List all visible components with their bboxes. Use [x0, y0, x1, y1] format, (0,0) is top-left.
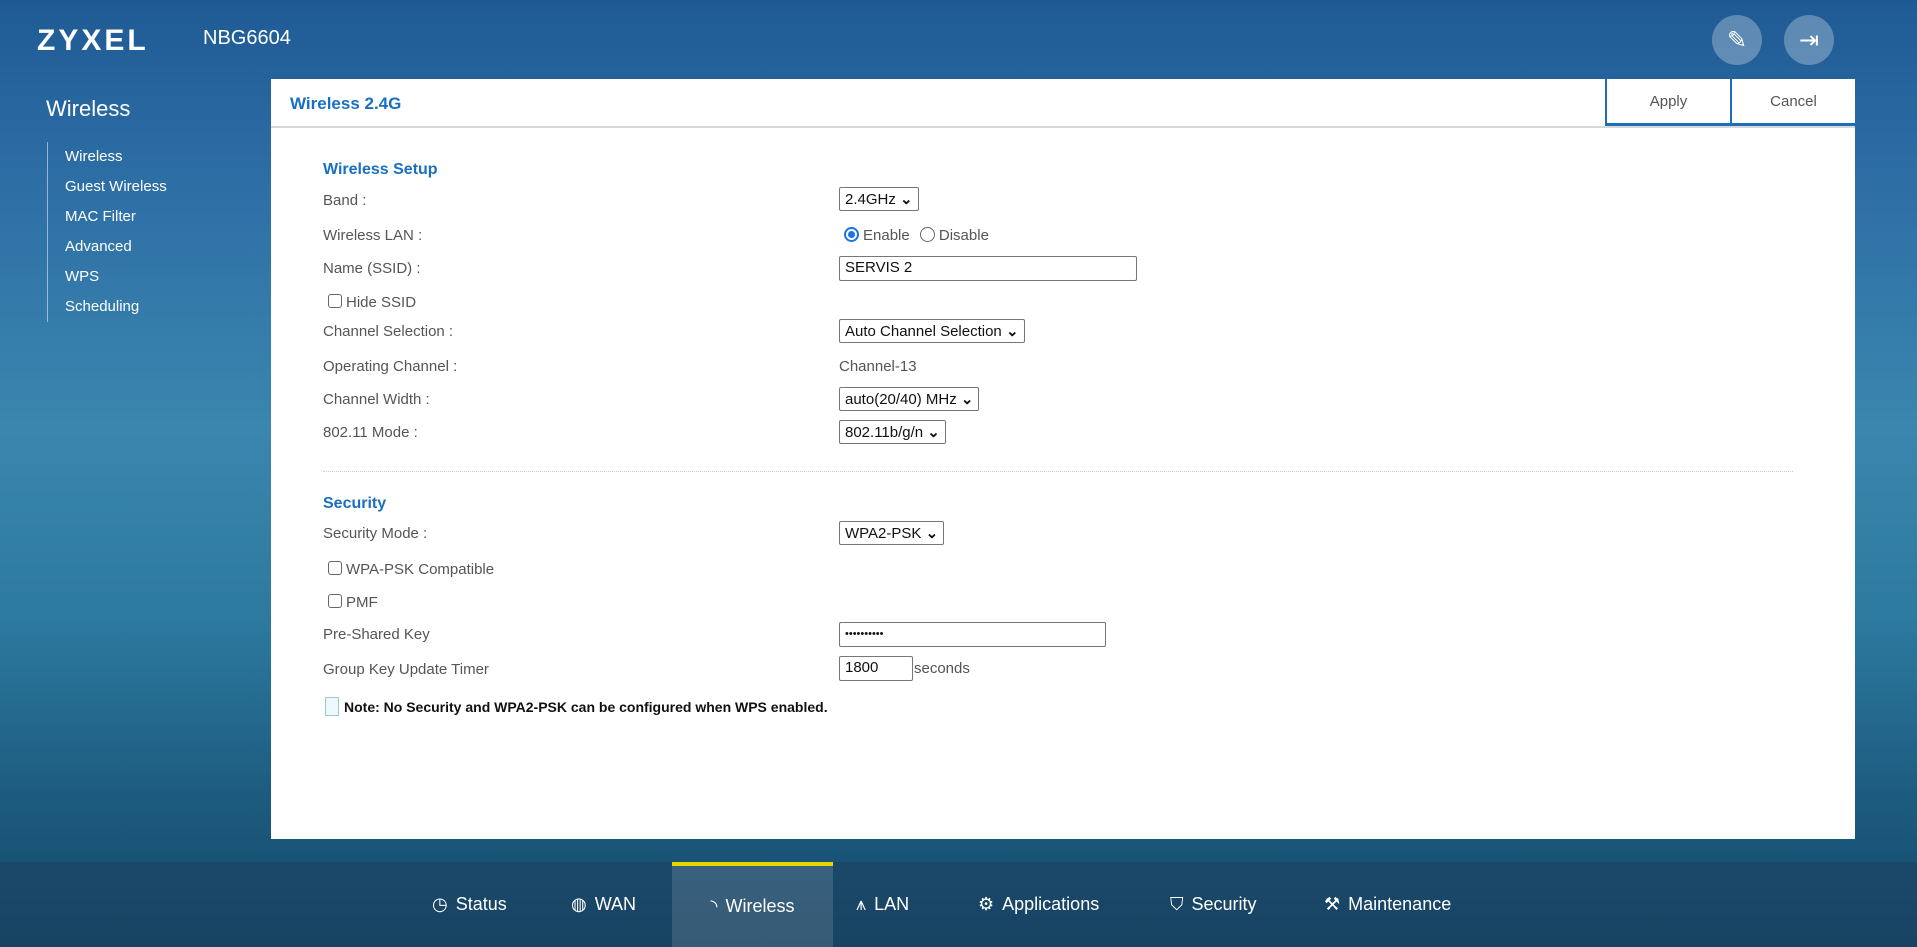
wpa-psk-compatible-label: WPA-PSK Compatible — [346, 561, 495, 578]
nav-wireless-label: Wireless — [725, 896, 795, 916]
bottom-nav: ◷ Status ◍ WAN ◝ Wireless ⩚ LAN ⚙ Application… — [0, 862, 1917, 947]
security-mode-select[interactable]: WPA2-PSK — [839, 521, 945, 545]
channel-selection-label: Channel Selection : — [323, 323, 454, 340]
top-bar: ZYXEL NBG6604 ✎ ⇥ — [0, 0, 1917, 79]
page-title: Wireless 2.4G — [290, 94, 402, 113]
nav-lan-label: LAN — [874, 894, 910, 914]
sidebar-item-advanced[interactable]: Advanced — [65, 232, 167, 262]
shield-icon: ⛉ — [1170, 894, 1184, 914]
nav-security-label: Security — [1191, 894, 1257, 914]
sidebar-menu: Wireless Guest Wireless MAC Filter Advan… — [47, 142, 167, 322]
nav-wan-label: WAN — [594, 894, 637, 914]
operating-channel-value: Channel-13 — [839, 358, 917, 375]
ssid-label: Name (SSID) : — [323, 260, 421, 277]
logout-icon[interactable]: ⇥ — [1784, 15, 1834, 65]
sidebar-item-wps[interactable]: WPS — [65, 262, 167, 292]
nav-wireless[interactable]: ◝ Wireless — [672, 862, 833, 947]
nav-applications-label: Applications — [1002, 894, 1100, 914]
nav-maintenance-label: Maintenance — [1348, 894, 1452, 914]
apply-button[interactable]: Apply — [1605, 79, 1730, 126]
sidebar-item-guest-wireless[interactable]: Guest Wireless — [65, 172, 167, 202]
settings-panel: Wireless 2.4G Apply Cancel Wireless Setu… — [271, 79, 1855, 839]
nav-status[interactable]: ◷ Status — [432, 862, 507, 947]
section-title-security: Security — [323, 495, 387, 512]
hide-ssid-label: Hide SSID — [346, 294, 417, 311]
operating-channel-label: Operating Channel : — [323, 358, 458, 375]
wireless-lan-label: Wireless LAN : — [323, 227, 423, 244]
mode-label: 802.11 Mode : — [323, 424, 418, 441]
globe-icon: ◍ — [571, 894, 587, 914]
sidebar-title: Wireless — [46, 96, 131, 121]
sidebar-item-mac-filter[interactable]: MAC Filter — [65, 202, 167, 232]
psk-label: Pre-Shared Key — [323, 626, 430, 643]
network-icon: ⩚ — [856, 894, 867, 914]
disable-radio[interactable] — [919, 227, 935, 242]
ssid-input[interactable]: SERVIS 2 — [839, 256, 1137, 281]
security-mode-label: Security Mode : — [323, 525, 428, 542]
sidebar-item-wireless[interactable]: Wireless — [65, 142, 167, 172]
model-name: NBG6604 — [203, 27, 291, 49]
zyxel-logo: ZYXEL — [37, 24, 149, 57]
nav-security[interactable]: ⛉ Security — [1170, 862, 1257, 947]
wpa-psk-compatible-checkbox[interactable] — [328, 561, 342, 575]
panel-header: Wireless 2.4G Apply Cancel — [271, 79, 1855, 128]
cancel-button[interactable]: Cancel — [1730, 79, 1855, 126]
psk-input[interactable]: •••••••••• — [839, 622, 1106, 647]
group-key-timer-input[interactable]: 1800 — [839, 656, 913, 681]
nav-applications[interactable]: ⚙ Applications — [978, 862, 1099, 947]
band-label: Band : — [323, 192, 367, 209]
pmf-label: PMF — [346, 594, 378, 611]
pmf-checkbox[interactable] — [328, 594, 342, 608]
seconds-label: seconds — [914, 660, 970, 677]
sidebar-item-scheduling[interactable]: Scheduling — [65, 292, 167, 322]
wifi-icon: ◝ — [710, 896, 718, 916]
band-select[interactable]: 2.4GHz — [839, 187, 919, 211]
hide-ssid-checkbox[interactable] — [328, 294, 342, 308]
tools-icon: ⚒ — [1324, 894, 1341, 914]
status-gauge-icon: ◷ — [432, 894, 448, 914]
channel-width-label: Channel Width : — [323, 391, 430, 408]
disable-label: Disable — [938, 227, 989, 244]
channel-width-select[interactable]: auto(20/40) MHz — [839, 387, 980, 411]
enable-label: Enable — [863, 227, 910, 244]
nav-wan[interactable]: ◍ WAN — [571, 862, 636, 947]
mode-select[interactable]: 802.11b/g/n — [839, 420, 946, 444]
wizard-wand-icon[interactable]: ✎ — [1712, 15, 1762, 65]
wps-note: Note: No Security and WPA2-PSK can be co… — [344, 698, 828, 715]
group-key-timer-label: Group Key Update Timer — [323, 661, 489, 678]
note-icon — [325, 697, 339, 716]
nav-lan[interactable]: ⩚ LAN — [856, 862, 909, 947]
nav-status-label: Status — [455, 894, 507, 914]
gears-icon: ⚙ — [978, 894, 995, 914]
channel-selection-select[interactable]: Auto Channel Selection — [839, 319, 1025, 343]
section-title-wireless-setup: Wireless Setup — [323, 161, 438, 178]
enable-radio[interactable] — [844, 227, 859, 242]
nav-maintenance[interactable]: ⚒ Maintenance — [1324, 862, 1451, 947]
section-divider — [323, 471, 1793, 472]
